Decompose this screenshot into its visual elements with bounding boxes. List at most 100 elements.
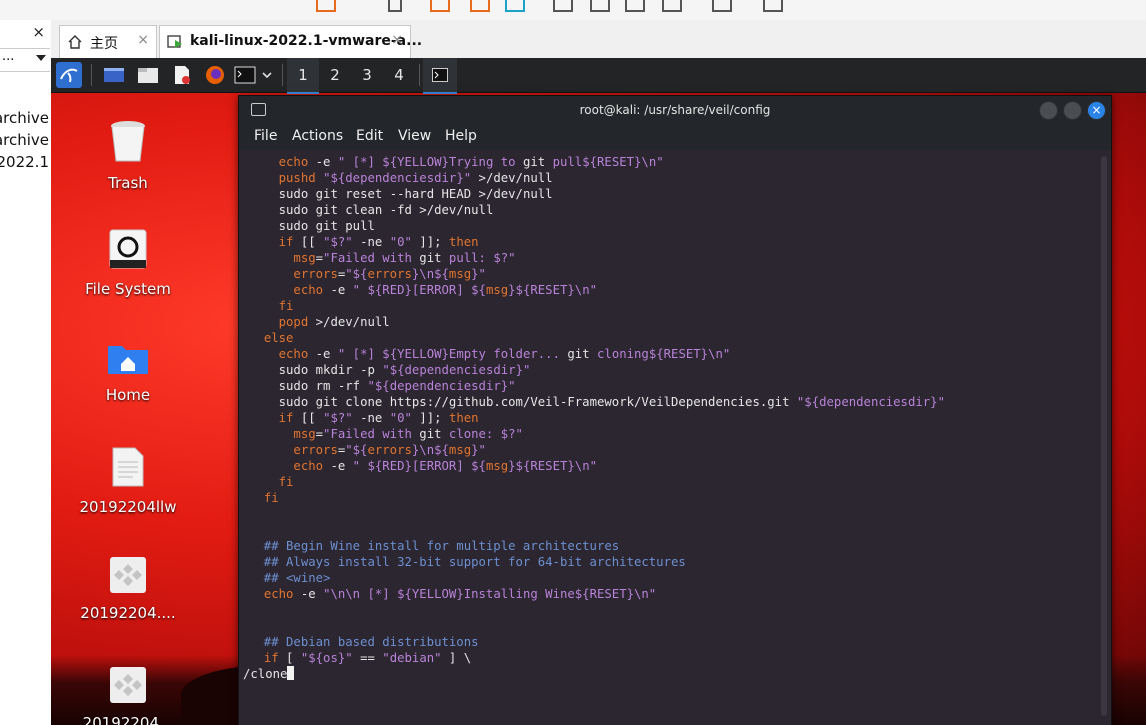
menu-help[interactable]: Help (445, 128, 477, 144)
archive-file-icon (110, 667, 146, 703)
workspace-2[interactable]: 2 (319, 58, 351, 92)
menu-actions[interactable]: Actions (292, 128, 343, 144)
menu-file[interactable]: File (254, 128, 277, 144)
terminal-code-line: pushd "${dependenciesdir}" >/dev/null (278, 171, 553, 185)
terminal-code-line: if [[ "$?" -ne "0" ]]; then (278, 411, 479, 425)
terminal-code-line: sudo git pull (278, 219, 375, 233)
library-item[interactable]: archive_ (0, 131, 49, 149)
home-folder-icon (108, 346, 148, 374)
library-item[interactable]: 2022.1 (0, 153, 49, 171)
terminal-code-line: errors="${errors}\n${msg}" (293, 267, 486, 281)
terminal-code-line: ## <wine> (249, 571, 331, 585)
terminal-code-line: if [[ "$?" -ne "0" ]]; then (278, 235, 479, 249)
desktop-icon-label: 20192204llw (79, 498, 177, 516)
desktop-icon-archive[interactable]: 20192204... (78, 666, 178, 725)
desktop-icon-archive[interactable]: 20192204.... (78, 556, 178, 622)
terminal-prompt-line[interactable]: /clone (243, 666, 295, 682)
terminal-window: root@kali: /usr/share/veil/config × File… (238, 95, 1112, 725)
view-console-icon[interactable] (625, 0, 645, 12)
menu-edit[interactable]: Edit (356, 128, 383, 144)
terminal-code-line: echo -e " ${RED}[ERROR] ${msg}${RESET}\n… (293, 283, 597, 297)
terminal-code-line: sudo git clean -fd >/dev/null (278, 203, 494, 217)
close-button[interactable]: × (1087, 101, 1106, 120)
terminal-code-line: msg="Failed with git clone: $?" (293, 427, 523, 441)
desktop-icon-label: 20192204... (82, 714, 174, 725)
terminal-view-icon[interactable] (763, 0, 783, 12)
kali-menu-icon[interactable] (56, 62, 82, 88)
terminal-code-line: if [ "${os}" == "debian" ] \ (263, 651, 472, 665)
workspace-3[interactable]: 3 (351, 58, 383, 92)
desktop-icon-home[interactable]: Home (78, 340, 178, 404)
tab-kali-vm-label: kali-linux-2022.1-vmware-a... (190, 33, 423, 49)
archive-file-icon (110, 557, 146, 593)
terminal-titlebar[interactable]: root@kali: /usr/share/veil/config × (239, 96, 1111, 124)
tab-kali-vm[interactable]: kali-linux-2022.1-vmware-a... × (159, 25, 422, 58)
drive-icon (109, 229, 147, 269)
revert-snapshot-icon[interactable] (470, 0, 490, 12)
terminal-code-line: else (263, 331, 294, 345)
terminal-code-line: echo -e " [*] ${YELLOW}Empty folder... g… (278, 347, 731, 361)
terminal-code-line: echo -e " [*] ${YELLOW}Trying to git pul… (278, 155, 664, 169)
terminal-code-line: sudo git clone https://github.com/Veil-F… (278, 395, 945, 409)
terminal-code-line: fi (263, 491, 279, 505)
tab-home-label: 主页 (90, 36, 118, 52)
tab-home-close-button[interactable]: × (137, 32, 149, 48)
terminal-code-line: ## Debian based distributions (249, 635, 479, 649)
terminal-icon (432, 68, 448, 82)
library-item[interactable]: archive_ (0, 109, 49, 127)
panel-separator (419, 64, 420, 86)
desktop-icon-file[interactable]: 20192204llw (78, 446, 178, 516)
manage-snapshot-icon[interactable] (505, 0, 525, 12)
guest-desktop: 1 2 3 4 Trash File System Home 20192204l… (51, 58, 1146, 725)
terminal-code-line: msg="Failed with git pull: $?" (293, 251, 516, 265)
panel-separator (91, 64, 92, 86)
minimize-button[interactable] (1039, 101, 1058, 120)
library-search-dropdown[interactable]: ... (0, 48, 50, 72)
desktop-icon-label: Home (105, 386, 151, 404)
power-icon[interactable] (316, 0, 336, 12)
taskbar-terminal-button[interactable] (423, 58, 457, 94)
library-search-text: ... (2, 49, 15, 64)
workspace-4[interactable]: 4 (383, 58, 415, 92)
show-desktop-icon[interactable] (103, 65, 125, 85)
chevron-down-icon[interactable] (36, 55, 46, 61)
terminal-code-line: ## Always install 32-bit support for 64-… (249, 555, 686, 569)
view-unity-icon[interactable] (590, 0, 610, 12)
view-stretch-icon[interactable] (662, 0, 682, 12)
host-toolbar (0, 0, 1146, 21)
vm-tab-bar: 主页 × kali-linux-2022.1-vmware-a... × (51, 20, 1146, 59)
text-editor-icon[interactable] (171, 65, 193, 85)
terminal-code-line: errors="${errors}\n${msg}" (293, 443, 486, 457)
terminal-code-line: echo -e " ${RED}[ERROR] ${msg}${RESET}\n… (293, 459, 597, 473)
desktop-icon-filesystem[interactable]: File System (78, 228, 178, 298)
download-icon[interactable] (388, 0, 402, 12)
chevron-down-icon[interactable] (261, 65, 273, 85)
library-panel: × ... archive_ archive_ 2022.1 (0, 20, 52, 725)
terminal-code-line: ## Begin Wine install for multiple archi… (249, 539, 620, 553)
tab-kali-vm-close-button[interactable]: × (391, 32, 403, 48)
terminal-scrollbar[interactable] (1101, 156, 1107, 716)
terminal-code-line: sudo mkdir -p "${dependenciesdir}" (278, 363, 531, 377)
desktop-icon-trash[interactable]: Trash (78, 118, 178, 192)
terminal-launcher-icon[interactable] (234, 65, 256, 85)
workspace-1[interactable]: 1 (287, 58, 319, 94)
library-close-button[interactable]: × (32, 23, 45, 41)
terminal-code-line: popd >/dev/null (278, 315, 390, 329)
firefox-icon[interactable] (204, 65, 226, 85)
text-file-icon (112, 447, 144, 487)
trash-icon (111, 121, 145, 162)
vm-icon (167, 35, 182, 48)
terminal-menubar: File Actions Edit View Help (239, 124, 1111, 150)
desktop-icon-label: 20192204.... (80, 604, 176, 622)
snapshot-icon[interactable] (430, 0, 450, 12)
library-view-icon[interactable] (712, 0, 732, 12)
terminal-code-line: fi (278, 475, 294, 489)
view-fullscreen-icon[interactable] (553, 0, 573, 12)
menu-view[interactable]: View (398, 128, 431, 144)
terminal-title: root@kali: /usr/share/veil/config (579, 103, 771, 117)
maximize-button[interactable] (1063, 101, 1082, 120)
text-cursor (287, 666, 295, 680)
terminal-code-line: echo -e "\n\n [*] ${YELLOW}Installing Wi… (263, 587, 657, 601)
file-manager-icon[interactable] (137, 65, 159, 85)
tab-home[interactable]: 主页 × (59, 25, 157, 58)
